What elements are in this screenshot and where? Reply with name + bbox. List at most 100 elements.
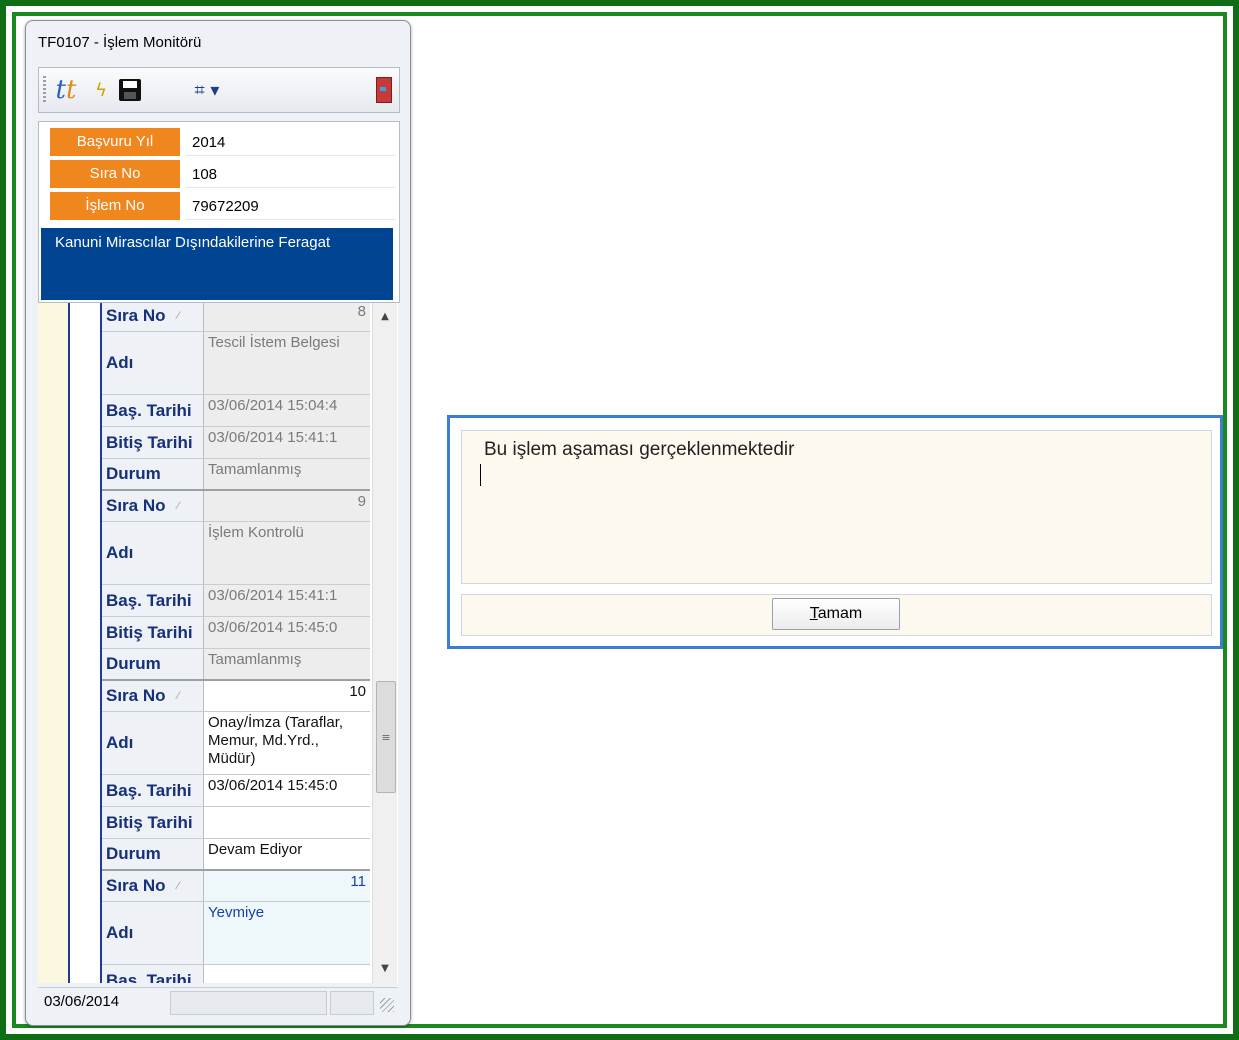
cell-value[interactable] (204, 965, 370, 983)
cell-value[interactable]: 03/06/2014 15:45:0 (204, 775, 370, 806)
table-row[interactable]: Adı İşlem Kontrolü (102, 522, 370, 585)
exit-door-icon[interactable] (375, 76, 393, 104)
cell-value[interactable]: 03/06/2014 15:41:1 (204, 585, 370, 616)
cell-value[interactable]: 11 (204, 871, 370, 901)
header-label: Başvuru Yıl (50, 128, 180, 156)
header-value[interactable]: 108 (186, 160, 396, 188)
save-disk-icon[interactable] (117, 76, 143, 104)
cell-value[interactable]: Tamamlanmış (204, 649, 370, 679)
cell-value[interactable]: 03/06/2014 15:45:0 (204, 617, 370, 648)
field-label: Sıra No ⁄ (102, 491, 204, 521)
cell-value[interactable]: 03/06/2014 15:41:1 (204, 427, 370, 458)
record-group: Sıra No ⁄ 8 Adı Tescil İstem Belgesi Baş.… (102, 303, 370, 491)
status-panel (170, 991, 327, 1015)
header-value[interactable]: 2014 (186, 128, 396, 156)
t-logo-icon[interactable]: tt (51, 75, 81, 105)
text-caret (480, 464, 481, 486)
field-label: Bitiş Tarihi (102, 617, 204, 648)
table-row[interactable]: Durum Tamamlanmış (102, 649, 370, 681)
layout-dropdown-icon[interactable]: ⌗ ▾ (187, 76, 227, 104)
scroll-thumb[interactable]: ≡ (376, 681, 396, 793)
grid-records: Sıra No ⁄ 8 Adı Tescil İstem Belgesi Baş.… (102, 303, 370, 983)
field-label: Baş. Tarihi (102, 775, 204, 806)
field-label: Sıra No ⁄ (102, 681, 204, 711)
message-area[interactable]: Bu işlem aşaması gerçeklenmektedir (461, 430, 1212, 584)
table-row[interactable]: Bitiş Tarihi 03/06/2014 15:41:1 (102, 427, 370, 459)
grid-indent-band (38, 303, 70, 983)
islem-monitoru-window: TF0107 - İşlem Monitörü tt ϟ ⌗ ▾ Başvuru… (25, 20, 411, 1026)
resize-grip-icon[interactable] (380, 998, 394, 1012)
field-label: Adı (102, 522, 204, 584)
grid-scrollbar[interactable]: ▲ ≡ ▼ (372, 303, 397, 983)
header-value[interactable]: 79672209 (186, 192, 396, 220)
table-row[interactable]: Baş. Tarihi (102, 965, 370, 983)
cell-value[interactable]: Yevmiye (204, 902, 370, 964)
message-dialog: Bu işlem aşaması gerçeklenmektedir Tamam (447, 415, 1223, 649)
record-group: Sıra No ⁄ 11 Adı Yevmiye Baş. Tarihi (102, 871, 370, 983)
cell-value[interactable]: 8 (204, 303, 370, 331)
table-row[interactable]: Sıra No ⁄ 11 (102, 871, 370, 902)
table-row[interactable]: Adı Onay/İmza (Taraflar, Memur, Md.Yrd.,… (102, 712, 370, 775)
cell-value[interactable]: Onay/İmza (Taraflar, Memur, Md.Yrd., Müd… (204, 712, 370, 772)
sort-icon[interactable]: ⁄ (178, 500, 180, 512)
header-row-islem-no: İşlem No 79672209 (50, 192, 398, 220)
field-label: Sıra No ⁄ (102, 303, 204, 331)
table-row[interactable]: Bitiş Tarihi (102, 807, 370, 839)
tamam-button[interactable]: Tamam (772, 598, 900, 630)
field-label: Baş. Tarihi (102, 395, 204, 426)
field-label: Baş. Tarihi (102, 965, 204, 983)
field-label: Durum (102, 459, 204, 489)
table-row[interactable]: Baş. Tarihi 03/06/2014 15:45:0 (102, 775, 370, 807)
cell-value[interactable]: 10 (204, 681, 370, 711)
sort-icon[interactable]: ⁄ (178, 310, 180, 322)
field-label: Adı (102, 332, 204, 394)
toolbar: tt ϟ ⌗ ▾ (38, 67, 400, 113)
scroll-up-icon[interactable]: ▲ (373, 307, 397, 327)
record-group: Sıra No ⁄ 10 Adı Onay/İmza (Taraflar, Mem… (102, 681, 370, 871)
sort-icon[interactable]: ⁄ (178, 690, 180, 702)
sort-icon[interactable]: ⁄ (178, 880, 180, 892)
table-row[interactable]: Baş. Tarihi 03/06/2014 15:04:4 (102, 395, 370, 427)
scroll-down-icon[interactable]: ▼ (373, 959, 397, 979)
status-bar: 03/06/2014 (38, 987, 398, 1016)
field-label: Durum (102, 839, 204, 869)
cell-value[interactable]: Tamamlanmış (204, 459, 370, 489)
header-label: İşlem No (50, 192, 180, 220)
record-group: Sıra No ⁄ 9 Adı İşlem Kontrolü Baş. Tarih… (102, 491, 370, 681)
message-text: Bu işlem aşaması gerçeklenmektedir (484, 439, 795, 460)
cell-value[interactable]: Tescil İstem Belgesi (204, 332, 370, 394)
field-label: Durum (102, 649, 204, 679)
status-date: 03/06/2014 (44, 993, 120, 1010)
field-label: Bitiş Tarihi (102, 427, 204, 458)
ok-label: amam (817, 605, 863, 622)
steps-grid[interactable]: Sıra No ⁄ 8 Adı Tescil İstem Belgesi Baş.… (38, 303, 398, 983)
status-panel (330, 991, 374, 1015)
cell-value[interactable]: Devam Ediyor (204, 839, 370, 869)
table-row[interactable]: Bitiş Tarihi 03/06/2014 15:45:0 (102, 617, 370, 649)
table-row[interactable]: Adı Yevmiye (102, 902, 370, 965)
table-row[interactable]: Sıra No ⁄ 8 (102, 303, 370, 332)
toolbar-grip[interactable] (43, 76, 46, 102)
field-label: Adı (102, 712, 204, 774)
header-row-basvuru-yil: Başvuru Yıl 2014 (50, 128, 398, 156)
table-row[interactable]: Durum Devam Ediyor (102, 839, 370, 871)
table-row[interactable]: Sıra No ⁄ 10 (102, 681, 370, 712)
button-area: Tamam (461, 594, 1212, 636)
field-label: Sıra No ⁄ (102, 871, 204, 901)
field-label: Bitiş Tarihi (102, 807, 204, 838)
table-row[interactable]: Adı Tescil İstem Belgesi (102, 332, 370, 395)
cell-value[interactable]: 9 (204, 491, 370, 521)
islem-description: Kanuni Mirascılar Dışındakilerine Feraga… (41, 228, 393, 300)
cell-value[interactable] (204, 807, 370, 838)
header-label: Sıra No (50, 160, 180, 188)
ok-mnemonic: T (809, 605, 818, 622)
table-row[interactable]: Durum Tamamlanmış (102, 459, 370, 491)
field-label: Baş. Tarihi (102, 585, 204, 616)
cell-value[interactable]: İşlem Kontrolü (204, 522, 370, 584)
cell-value[interactable]: 03/06/2014 15:04:4 (204, 395, 370, 426)
header-row-sira-no: Sıra No 108 (50, 160, 398, 188)
table-row[interactable]: Baş. Tarihi 03/06/2014 15:41:1 (102, 585, 370, 617)
record-header-panel: Başvuru Yıl 2014 Sıra No 108 İşlem No 79… (38, 121, 400, 303)
table-row[interactable]: Sıra No ⁄ 9 (102, 491, 370, 522)
lightning-icon[interactable]: ϟ (89, 76, 113, 104)
